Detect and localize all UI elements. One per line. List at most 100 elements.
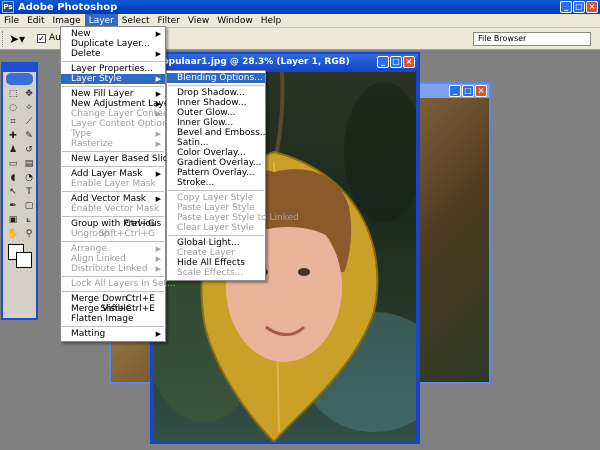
- menu-item-label: Align Linked: [71, 254, 126, 264]
- shape-tool-icon[interactable]: ▢: [22, 200, 36, 212]
- auto-select-checkbox[interactable]: ✓: [37, 34, 46, 43]
- type-tool-icon[interactable]: T: [22, 186, 36, 198]
- clone-stamp-icon[interactable]: ♟: [6, 144, 20, 156]
- menu-item-label: Enable Vector Mask: [71, 204, 160, 214]
- menu-item-type[interactable]: Type ▶: [61, 129, 165, 139]
- menu-item-inner-glow[interactable]: Inner Glow...: [167, 118, 265, 128]
- close-icon[interactable]: ×: [403, 56, 415, 68]
- menu-item-layer-content-options[interactable]: Layer Content Options...: [61, 119, 181, 129]
- menu-item-global-light[interactable]: Global Light...: [167, 238, 265, 248]
- hand-tool-icon[interactable]: ✋: [6, 228, 20, 240]
- menu-item-new[interactable]: New ▶: [61, 29, 165, 39]
- menu-item-enable-layer-mask[interactable]: Enable Layer Mask: [61, 179, 165, 189]
- marquee-tool-icon[interactable]: ⬚: [6, 88, 20, 100]
- close-icon[interactable]: ×: [475, 85, 487, 97]
- menu-item-new-adjustment-layer[interactable]: New Adjustment Layer ▶: [61, 99, 173, 109]
- move-icon[interactable]: ✥: [22, 88, 36, 100]
- menu-item-outer-glow[interactable]: Outer Glow...: [167, 108, 265, 118]
- photoshop-app-icon: Ps: [2, 1, 14, 13]
- menu-item-create-layer[interactable]: Create Layer: [167, 248, 265, 258]
- menu-separator: [62, 86, 164, 87]
- submenu-arrow-icon: ▶: [155, 110, 161, 118]
- menu-item-rasterize[interactable]: Rasterize ▶: [61, 139, 165, 149]
- menu-item-label: Create Layer: [177, 248, 235, 258]
- menu-item-layer-style[interactable]: Layer Style ▶: [61, 74, 165, 84]
- menu-item-layer-properties[interactable]: Layer Properties...: [61, 64, 165, 74]
- move-tool-icon[interactable]: ➤▾: [9, 32, 25, 46]
- close-icon[interactable]: ×: [586, 1, 598, 13]
- background-color-swatch[interactable]: [16, 252, 32, 268]
- menu-item-label: New Layer Based Slice: [71, 154, 174, 164]
- pen-tool-icon[interactable]: ✒: [6, 200, 20, 212]
- menu-item-enable-vector-mask[interactable]: Enable Vector Mask: [61, 204, 165, 214]
- dodge-tool-icon[interactable]: ◔: [22, 172, 36, 184]
- minimize-icon[interactable]: _: [560, 1, 572, 13]
- menu-item-merge-visible[interactable]: Merge Visible Shft+Ctrl+E: [61, 304, 165, 314]
- menu-item-delete[interactable]: Delete ▶: [61, 49, 165, 59]
- menu-item-blending-options[interactable]: Blending Options...: [167, 73, 265, 83]
- menu-item-shortcut: Ctrl+E: [125, 294, 155, 304]
- menu-item-drop-shadow[interactable]: Drop Shadow...: [167, 88, 265, 98]
- maximize-icon[interactable]: □: [573, 1, 585, 13]
- menu-item-paste-layer-style[interactable]: Paste Layer Style: [167, 203, 265, 213]
- history-brush-icon[interactable]: ↺: [22, 144, 36, 156]
- menu-item-paste-layer-style-linked[interactable]: Paste Layer Style to Linked: [167, 213, 299, 223]
- menu-view[interactable]: View: [184, 14, 213, 28]
- menu-separator: [168, 85, 264, 86]
- notes-tool-icon[interactable]: ▣: [6, 214, 20, 226]
- submenu-arrow-icon: ▶: [155, 30, 161, 38]
- menu-help[interactable]: Help: [257, 14, 286, 28]
- menu-item-lock-all-layers[interactable]: Lock All Layers In Set...: [61, 279, 176, 289]
- maximize-icon[interactable]: □: [462, 85, 474, 97]
- healing-brush-icon[interactable]: ✚: [6, 130, 20, 142]
- menu-item-add-vector-mask[interactable]: Add Vector Mask ▶: [61, 194, 165, 204]
- menu-item-hide-all-effects[interactable]: Hide All Effects: [167, 258, 265, 268]
- blur-tool-icon[interactable]: ◖: [6, 172, 20, 184]
- toolbar-grip[interactable]: [2, 31, 5, 47]
- maximize-icon[interactable]: □: [390, 56, 402, 68]
- menu-item-change-layer-content[interactable]: Change Layer Content ▶: [61, 109, 172, 119]
- file-browser-tab[interactable]: File Browser: [473, 32, 591, 46]
- menu-item-copy-layer-style[interactable]: Copy Layer Style: [167, 193, 265, 203]
- menu-item-new-layer-based-slice[interactable]: New Layer Based Slice: [61, 154, 173, 164]
- lasso-tool-icon[interactable]: ◌: [6, 102, 20, 114]
- menu-item-stroke[interactable]: Stroke...: [167, 178, 265, 188]
- menu-item-gradient-overlay[interactable]: Gradient Overlay...: [167, 158, 265, 168]
- path-select-icon[interactable]: ↖: [6, 186, 20, 198]
- minimize-icon[interactable]: _: [449, 85, 461, 97]
- menu-item-clear-layer-style[interactable]: Clear Layer Style: [167, 223, 265, 233]
- menu-item-pattern-overlay[interactable]: Pattern Overlay...: [167, 168, 265, 178]
- menu-item-satin[interactable]: Satin...: [167, 138, 265, 148]
- menu-item-group-with-previous[interactable]: Group with Previous Ctrl+G: [61, 219, 165, 229]
- menu-item-add-layer-mask[interactable]: Add Layer Mask ▶: [61, 169, 165, 179]
- menu-item-label: Add Layer Mask: [71, 169, 143, 179]
- menu-item-inner-shadow[interactable]: Inner Shadow...: [167, 98, 265, 108]
- menu-item-align-linked[interactable]: Align Linked ▶: [61, 254, 165, 264]
- submenu-arrow-icon: ▶: [155, 75, 161, 83]
- menu-item-ungroup[interactable]: Ungroup Shft+Ctrl+G: [61, 229, 165, 239]
- zoom-tool-icon[interactable]: ⚲: [22, 228, 36, 240]
- menu-item-flatten-image[interactable]: Flatten Image: [61, 314, 165, 324]
- menu-item-scale-effects[interactable]: Scale Effects...: [167, 268, 265, 278]
- menu-edit[interactable]: Edit: [23, 14, 48, 28]
- menu-item-label: Scale Effects...: [177, 268, 244, 278]
- minimize-icon[interactable]: _: [377, 56, 389, 68]
- menu-item-matting[interactable]: Matting ▶: [61, 329, 165, 339]
- eraser-tool-icon[interactable]: ▭: [6, 158, 20, 170]
- menu-item-arrange[interactable]: Arrange ▶: [61, 244, 165, 254]
- menu-item-merge-down[interactable]: Merge Down Ctrl+E: [61, 294, 165, 304]
- menu-item-distribute-linked[interactable]: Distribute Linked ▶: [61, 264, 165, 274]
- crop-tool-icon[interactable]: ⌗: [6, 116, 20, 128]
- brush-tool-icon[interactable]: ✎: [22, 130, 36, 142]
- menu-item-new-fill-layer[interactable]: New Fill Layer ▶: [61, 89, 165, 99]
- eyedropper-icon[interactable]: ⟀: [22, 214, 36, 226]
- menu-window[interactable]: Window: [213, 14, 257, 28]
- menu-item-bevel-and-emboss[interactable]: Bevel and Emboss...: [167, 128, 268, 138]
- menu-item-label: Type: [71, 129, 92, 139]
- menu-item-duplicate-layer[interactable]: Duplicate Layer...: [61, 39, 165, 49]
- menu-file[interactable]: File: [0, 14, 23, 28]
- slice-tool-icon[interactable]: ⟋: [22, 116, 36, 128]
- menu-item-color-overlay[interactable]: Color Overlay...: [167, 148, 265, 158]
- gradient-tool-icon[interactable]: ▤: [22, 158, 36, 170]
- magic-wand-icon[interactable]: ✧: [22, 102, 36, 114]
